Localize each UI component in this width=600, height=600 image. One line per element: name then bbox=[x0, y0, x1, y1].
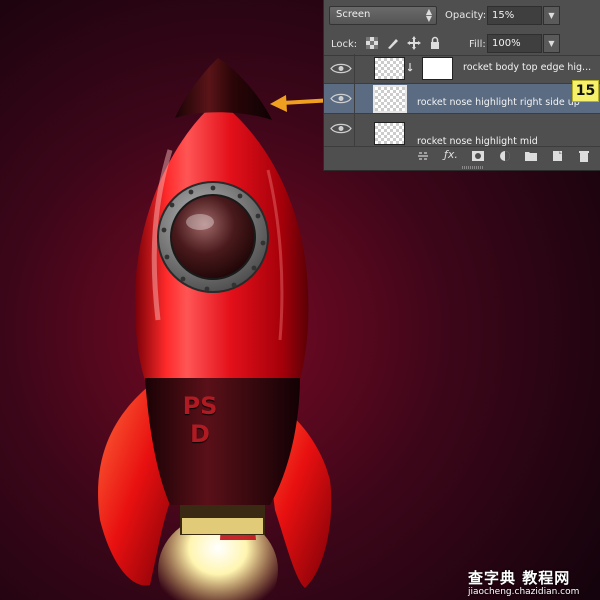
clipping-mask-icon bbox=[408, 63, 413, 72]
lock-transparent-pixels-icon[interactable] bbox=[365, 36, 379, 50]
watermark-url: jiaocheng.chazidian.com bbox=[468, 587, 580, 597]
layer-name[interactable]: rocket body top edge hig... bbox=[463, 62, 591, 73]
link-layers-icon[interactable] bbox=[416, 150, 430, 162]
layer-name[interactable]: rocket nose highlight mid bbox=[417, 136, 538, 147]
layer-mask-thumbnail[interactable] bbox=[422, 57, 453, 80]
select-arrows-icon: ▲ ▼ bbox=[425, 7, 432, 23]
opacity-input[interactable]: 15% bbox=[487, 6, 542, 25]
adjustment-layer-icon[interactable] bbox=[498, 150, 512, 162]
porthole-glass bbox=[170, 194, 256, 280]
lock-all-icon[interactable] bbox=[428, 36, 442, 50]
layers-panel: Screen ▲ ▼ Opacity: 15% ▼ Lock: Fill: 100… bbox=[323, 0, 600, 171]
visibility-eye-icon[interactable] bbox=[329, 92, 353, 105]
opacity-label: Opacity: bbox=[445, 10, 487, 21]
blend-mode-value: Screen bbox=[336, 9, 371, 20]
panel-resize-grip[interactable] bbox=[462, 166, 484, 169]
new-layer-icon[interactable] bbox=[551, 150, 565, 162]
layer-thumbnail[interactable] bbox=[374, 122, 405, 145]
fill-input[interactable]: 100% bbox=[487, 34, 542, 53]
new-group-icon[interactable] bbox=[524, 150, 538, 162]
add-mask-icon[interactable] bbox=[471, 150, 485, 162]
rocket-psd-text: PSD bbox=[182, 392, 218, 448]
layer-row[interactable]: rocket body top edge hig... bbox=[324, 54, 600, 84]
fill-label: Fill: bbox=[469, 39, 486, 50]
layer-row[interactable]: rocket nose highlight mid bbox=[324, 114, 600, 147]
rocket-lower-band bbox=[145, 378, 300, 505]
lock-position-icon[interactable] bbox=[407, 36, 421, 50]
lock-image-pixels-icon[interactable] bbox=[386, 36, 400, 50]
step-number-badge: 15 bbox=[572, 80, 599, 102]
blend-mode-select[interactable]: Screen ▲ ▼ bbox=[329, 6, 437, 25]
opacity-dropdown-button[interactable]: ▼ bbox=[543, 6, 560, 25]
site-watermark: 查字典 教程网 jiaocheng.chazidian.com bbox=[468, 567, 598, 599]
layer-name[interactable]: rocket nose highlight right side up bbox=[417, 97, 580, 108]
layer-thumbnail[interactable] bbox=[374, 57, 405, 80]
visibility-eye-icon[interactable] bbox=[329, 122, 353, 135]
layer-thumbnail[interactable] bbox=[373, 85, 407, 113]
watermark-title: 查字典 教程网 bbox=[468, 569, 571, 587]
row-separator bbox=[354, 84, 355, 113]
layer-row-selected[interactable]: rocket nose highlight right side up bbox=[324, 84, 600, 114]
fill-dropdown-button[interactable]: ▼ bbox=[543, 34, 560, 53]
lock-label: Lock: bbox=[331, 39, 358, 50]
trash-icon[interactable] bbox=[577, 150, 591, 162]
layers-toolbar: ƒx. bbox=[324, 147, 600, 165]
fx-icon[interactable]: ƒx. bbox=[444, 148, 458, 161]
row-separator bbox=[354, 54, 355, 83]
blend-opacity-row: Screen ▲ ▼ Opacity: 15% ▼ bbox=[324, 0, 600, 32]
lock-fill-row: Lock: Fill: 100% ▼ bbox=[324, 32, 600, 56]
row-separator bbox=[354, 114, 355, 146]
visibility-eye-icon[interactable] bbox=[329, 62, 353, 75]
